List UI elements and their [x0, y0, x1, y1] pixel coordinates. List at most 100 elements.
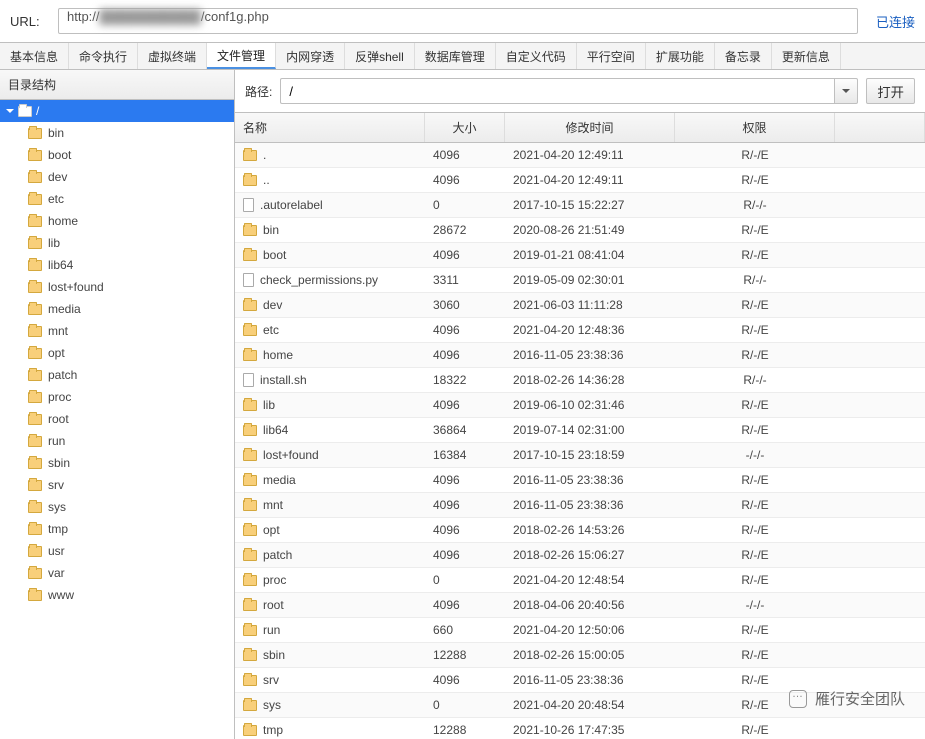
- tree-item-lib[interactable]: lib: [0, 232, 234, 254]
- tree-item-tmp[interactable]: tmp: [0, 518, 234, 540]
- tree-item-run[interactable]: run: [0, 430, 234, 452]
- tab-9[interactable]: 扩展功能: [646, 43, 715, 69]
- tab-11[interactable]: 更新信息: [772, 43, 841, 69]
- cell-spacer: [835, 693, 925, 717]
- tree-item-lib64[interactable]: lib64: [0, 254, 234, 276]
- file-name: sys: [263, 698, 281, 712]
- tree-item-opt[interactable]: opt: [0, 342, 234, 364]
- table-row[interactable]: root40962018-04-06 20:40:56-/-/-: [235, 593, 925, 618]
- tree-item-usr[interactable]: usr: [0, 540, 234, 562]
- tree-item-sbin[interactable]: sbin: [0, 452, 234, 474]
- folder-icon: [28, 568, 42, 579]
- tree-item-label: var: [48, 566, 65, 580]
- table-row[interactable]: ..40962021-04-20 12:49:11R/-/E: [235, 168, 925, 193]
- file-size: 12288: [425, 718, 505, 739]
- file-size: 4096: [425, 543, 505, 567]
- tree-item-proc[interactable]: proc: [0, 386, 234, 408]
- table-row[interactable]: dev30602021-06-03 11:11:28R/-/E: [235, 293, 925, 318]
- file-date: 2021-10-26 17:47:35: [505, 718, 675, 739]
- tree-item-var[interactable]: var: [0, 562, 234, 584]
- tree-item-label: proc: [48, 390, 71, 404]
- tab-5[interactable]: 反弹shell: [345, 43, 415, 69]
- tree-item-bin[interactable]: bin: [0, 122, 234, 144]
- tab-6[interactable]: 数据库管理: [415, 43, 496, 69]
- url-input[interactable]: http://███████████/conf1g.php: [58, 8, 858, 34]
- folder-icon: [243, 625, 257, 636]
- main-tabs: 基本信息命令执行虚拟终端文件管理内网穿透反弹shell数据库管理自定义代码平行空…: [0, 42, 925, 70]
- tree-item-boot[interactable]: boot: [0, 144, 234, 166]
- tab-10[interactable]: 备忘录: [715, 43, 772, 69]
- file-name: check_permissions.py: [260, 273, 378, 287]
- tree-item-home[interactable]: home: [0, 210, 234, 232]
- tab-4[interactable]: 内网穿透: [276, 43, 345, 69]
- tree-item-sys[interactable]: sys: [0, 496, 234, 518]
- table-row[interactable]: etc40962021-04-20 12:48:36R/-/E: [235, 318, 925, 343]
- table-row[interactable]: check_permissions.py33112019-05-09 02:30…: [235, 268, 925, 293]
- tree-item-root[interactable]: root: [0, 408, 234, 430]
- folder-icon: [28, 238, 42, 249]
- tree-item-www[interactable]: www: [0, 584, 234, 606]
- table-row[interactable]: sys02021-04-20 20:48:54R/-/E: [235, 693, 925, 718]
- tree-item-etc[interactable]: etc: [0, 188, 234, 210]
- file-size: 0: [425, 693, 505, 717]
- connection-status: 已连接: [866, 12, 915, 31]
- tree-root[interactable]: /: [0, 100, 234, 122]
- tab-2[interactable]: 虚拟终端: [138, 43, 207, 69]
- column-name[interactable]: 名称: [235, 113, 425, 142]
- tab-1[interactable]: 命令执行: [69, 43, 138, 69]
- tree-item-patch[interactable]: patch: [0, 364, 234, 386]
- column-date[interactable]: 修改时间: [505, 113, 675, 142]
- file-perm: R/-/E: [675, 418, 835, 442]
- table-row[interactable]: run6602021-04-20 12:50:06R/-/E: [235, 618, 925, 643]
- file-name: patch: [263, 548, 292, 562]
- table-row[interactable]: srv40962016-11-05 23:38:36R/-/E: [235, 668, 925, 693]
- table-row[interactable]: lib40962019-06-10 02:31:46R/-/E: [235, 393, 925, 418]
- table-row[interactable]: .40962021-04-20 12:49:11R/-/E: [235, 143, 925, 168]
- file-name: lost+found: [263, 448, 319, 462]
- table-row[interactable]: boot40962019-01-21 08:41:04R/-/E: [235, 243, 925, 268]
- table-row[interactable]: tmp122882021-10-26 17:47:35R/-/E: [235, 718, 925, 739]
- table-row[interactable]: lost+found163842017-10-15 23:18:59-/-/-: [235, 443, 925, 468]
- column-size[interactable]: 大小: [425, 113, 505, 142]
- open-button[interactable]: 打开: [866, 78, 915, 104]
- tree-item-label: dev: [48, 170, 67, 184]
- cell-spacer: [835, 168, 925, 192]
- tab-0[interactable]: 基本信息: [0, 43, 69, 69]
- file-size: 12288: [425, 643, 505, 667]
- table-row[interactable]: home40962016-11-05 23:38:36R/-/E: [235, 343, 925, 368]
- path-bar: 路径: 打开: [235, 70, 925, 113]
- table-row[interactable]: .autorelabel02017-10-15 15:22:27R/-/-: [235, 193, 925, 218]
- file-date: 2019-07-14 02:31:00: [505, 418, 675, 442]
- tree-item-label: www: [48, 588, 74, 602]
- tab-8[interactable]: 平行空间: [577, 43, 646, 69]
- file-size: 4096: [425, 168, 505, 192]
- file-size: 4096: [425, 143, 505, 167]
- path-dropdown-button[interactable]: [834, 78, 858, 104]
- table-row[interactable]: mnt40962016-11-05 23:38:36R/-/E: [235, 493, 925, 518]
- tab-7[interactable]: 自定义代码: [496, 43, 577, 69]
- column-perm[interactable]: 权限: [675, 113, 835, 142]
- table-row[interactable]: sbin122882018-02-26 15:00:05R/-/E: [235, 643, 925, 668]
- tree-item-lost+found[interactable]: lost+found: [0, 276, 234, 298]
- folder-icon: [243, 450, 257, 461]
- tree-item-dev[interactable]: dev: [0, 166, 234, 188]
- tree-item-label: lib64: [48, 258, 73, 272]
- file-name: bin: [263, 223, 279, 237]
- tree-item-srv[interactable]: srv: [0, 474, 234, 496]
- tree-item-media[interactable]: media: [0, 298, 234, 320]
- table-row[interactable]: install.sh183222018-02-26 14:36:28R/-/-: [235, 368, 925, 393]
- tree-item-mnt[interactable]: mnt: [0, 320, 234, 342]
- tab-3[interactable]: 文件管理: [207, 43, 276, 69]
- table-row[interactable]: media40962016-11-05 23:38:36R/-/E: [235, 468, 925, 493]
- file-size: 16384: [425, 443, 505, 467]
- table-row[interactable]: opt40962018-02-26 14:53:26R/-/E: [235, 518, 925, 543]
- table-row[interactable]: lib64368642019-07-14 02:31:00R/-/E: [235, 418, 925, 443]
- table-row[interactable]: bin286722020-08-26 21:51:49R/-/E: [235, 218, 925, 243]
- file-size: 3060: [425, 293, 505, 317]
- table-row[interactable]: proc02021-04-20 12:48:54R/-/E: [235, 568, 925, 593]
- folder-icon: [243, 575, 257, 586]
- table-row[interactable]: patch40962018-02-26 15:06:27R/-/E: [235, 543, 925, 568]
- folder-icon: [243, 325, 257, 336]
- path-input[interactable]: [280, 78, 834, 104]
- file-size: 28672: [425, 218, 505, 242]
